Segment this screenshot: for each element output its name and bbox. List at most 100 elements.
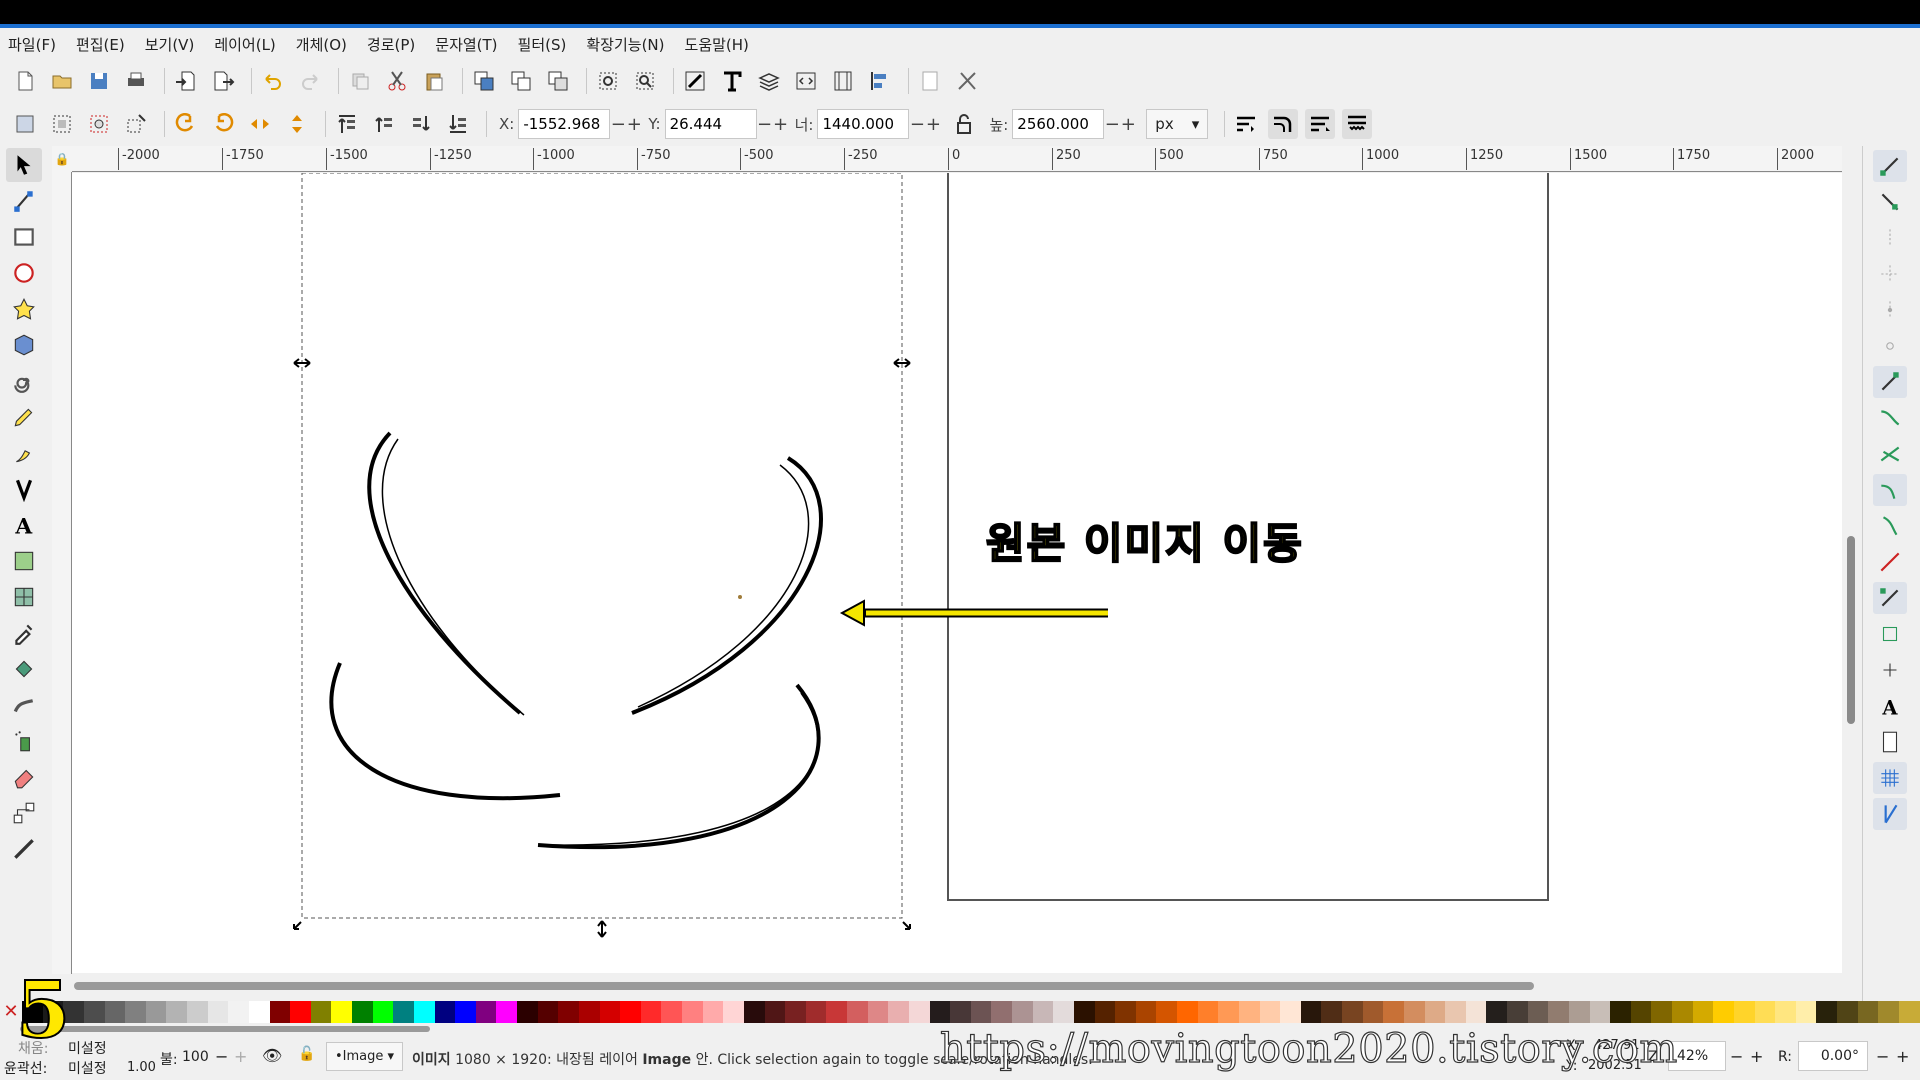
snap-nodes-icon[interactable] xyxy=(1873,366,1907,398)
zoom-decrement[interactable]: − xyxy=(1730,1047,1743,1066)
palette-swatch[interactable] xyxy=(867,1001,889,1023)
snap-smooth-nodes-icon[interactable] xyxy=(1873,510,1907,542)
eraser-tool-icon[interactable] xyxy=(6,760,42,794)
lock-icon[interactable]: 🔓 xyxy=(298,1046,315,1062)
rectangle-tool-icon[interactable] xyxy=(6,220,42,254)
object-properties-icon[interactable] xyxy=(828,66,858,96)
flip-vertical-icon[interactable] xyxy=(282,109,312,139)
import-icon[interactable] xyxy=(171,66,201,96)
scale-stroke-icon[interactable] xyxy=(1231,109,1261,139)
palette-swatch[interactable] xyxy=(1795,1001,1817,1023)
flip-horizontal-icon[interactable] xyxy=(245,109,275,139)
palette-swatch[interactable] xyxy=(682,1001,703,1023)
palette-swatch[interactable] xyxy=(1135,1001,1157,1023)
palette-swatch[interactable] xyxy=(1094,1001,1116,1023)
palette-swatch[interactable] xyxy=(434,1001,456,1023)
x-input[interactable] xyxy=(523,115,606,133)
palette-swatch[interactable] xyxy=(1424,1001,1446,1023)
palette-swatch[interactable] xyxy=(1156,1001,1177,1023)
palette-swatch[interactable] xyxy=(207,1001,229,1023)
palette-swatch[interactable] xyxy=(290,1001,311,1023)
palette-swatch[interactable] xyxy=(1238,1001,1260,1023)
palette-swatch[interactable] xyxy=(1898,1001,1920,1023)
spiral-tool-icon[interactable] xyxy=(6,364,42,398)
y-decrement[interactable]: − xyxy=(757,114,773,135)
height-input[interactable] xyxy=(1017,115,1100,133)
text-tool-icon[interactable]: A xyxy=(6,508,42,542)
palette-swatch[interactable] xyxy=(1115,1001,1136,1023)
palette-swatch[interactable] xyxy=(1713,1001,1734,1023)
xml-editor-icon[interactable] xyxy=(791,66,821,96)
palette-swatch[interactable] xyxy=(228,1001,249,1023)
paint-bucket-tool-icon[interactable] xyxy=(6,652,42,686)
move-patterns-icon[interactable] xyxy=(1342,109,1373,139)
palette-swatch[interactable] xyxy=(970,1001,992,1023)
unit-select[interactable]: px ▾ xyxy=(1146,109,1209,139)
copy-icon[interactable] xyxy=(345,66,375,96)
invert-selection-icon[interactable] xyxy=(84,109,114,139)
ellipse-tool-icon[interactable] xyxy=(6,256,42,290)
align-distribute-icon[interactable] xyxy=(865,66,895,96)
menu-object[interactable]: 개체(O) xyxy=(296,34,347,55)
select-all-layers-icon[interactable] xyxy=(47,109,77,139)
y-input[interactable] xyxy=(669,115,752,133)
snap-cusp-nodes-icon[interactable] xyxy=(1873,474,1907,506)
preferences-tools-icon[interactable] xyxy=(952,66,982,96)
rotate-field[interactable]: 0.00° xyxy=(1798,1041,1868,1071)
horizontal-scrollbar-thumb[interactable] xyxy=(74,982,1534,990)
palette-swatch[interactable] xyxy=(537,1001,559,1023)
palette-swatch[interactable] xyxy=(599,1001,621,1023)
snap-guides-icon[interactable] xyxy=(1873,798,1907,830)
cut-icon[interactable] xyxy=(382,66,412,96)
height-increment[interactable]: + xyxy=(1120,114,1136,135)
height-decrement[interactable]: − xyxy=(1104,114,1120,135)
palette-swatch[interactable] xyxy=(1816,1001,1837,1023)
menu-extensions[interactable]: 확장기능(N) xyxy=(586,34,664,55)
opacity-increment[interactable]: + xyxy=(234,1047,247,1066)
redo-icon[interactable] xyxy=(295,66,325,96)
palette-swatch[interactable] xyxy=(929,1001,951,1023)
width-input[interactable] xyxy=(822,115,905,133)
palette-swatch[interactable] xyxy=(785,1001,806,1023)
palette-swatch[interactable] xyxy=(310,1001,332,1023)
palette-swatch[interactable] xyxy=(104,1001,126,1023)
scale-corners-icon[interactable] xyxy=(1268,109,1299,139)
eye-icon[interactable]: 👁 xyxy=(262,1046,282,1065)
export-icon[interactable] xyxy=(208,66,238,96)
duplicate-icon[interactable] xyxy=(469,66,499,96)
save-icon[interactable] xyxy=(84,66,114,96)
palette-swatch[interactable] xyxy=(1321,1001,1342,1023)
snap-bbox-icon[interactable] xyxy=(1873,186,1907,218)
palette-swatch[interactable] xyxy=(1568,1001,1590,1023)
palette-swatch[interactable] xyxy=(1754,1001,1776,1023)
palette-swatch[interactable] xyxy=(991,1001,1012,1023)
palette-swatch[interactable] xyxy=(145,1001,167,1023)
palette-swatch[interactable] xyxy=(1548,1001,1569,1023)
unlink-clone-icon[interactable] xyxy=(543,66,573,96)
palette-swatch[interactable] xyxy=(1012,1001,1033,1023)
star-tool-icon[interactable] xyxy=(6,292,42,326)
open-folder-icon[interactable] xyxy=(47,66,77,96)
xml-editor-pen-icon[interactable] xyxy=(680,66,710,96)
snap-intersection-icon[interactable] xyxy=(1873,438,1907,470)
palette-swatch[interactable] xyxy=(847,1001,868,1023)
palette-swatch[interactable] xyxy=(269,1001,291,1023)
menu-text[interactable]: 문자열(T) xyxy=(435,34,497,55)
palette-swatch[interactable] xyxy=(805,1001,827,1023)
lower-to-bottom-icon[interactable] xyxy=(443,109,473,139)
palette-swatch[interactable] xyxy=(1775,1001,1796,1023)
palette-swatch[interactable] xyxy=(1342,1001,1363,1023)
palette-swatch[interactable] xyxy=(1403,1001,1425,1023)
palette-swatch[interactable] xyxy=(950,1001,971,1023)
palette-swatch[interactable] xyxy=(1630,1001,1652,1023)
snap-object-center-icon[interactable] xyxy=(1873,618,1907,650)
palette-swatch[interactable] xyxy=(187,1001,208,1023)
palette-swatch[interactable] xyxy=(702,1001,724,1023)
palette-swatch[interactable] xyxy=(1733,1001,1755,1023)
select-all-icon[interactable] xyxy=(10,109,40,139)
palette-swatch[interactable] xyxy=(764,1001,786,1023)
palette-swatch[interactable] xyxy=(1445,1001,1466,1023)
palette-swatch[interactable] xyxy=(1073,1001,1095,1023)
palette-swatch[interactable] xyxy=(826,1001,847,1023)
fill-value[interactable]: 미설정 xyxy=(68,1038,107,1058)
